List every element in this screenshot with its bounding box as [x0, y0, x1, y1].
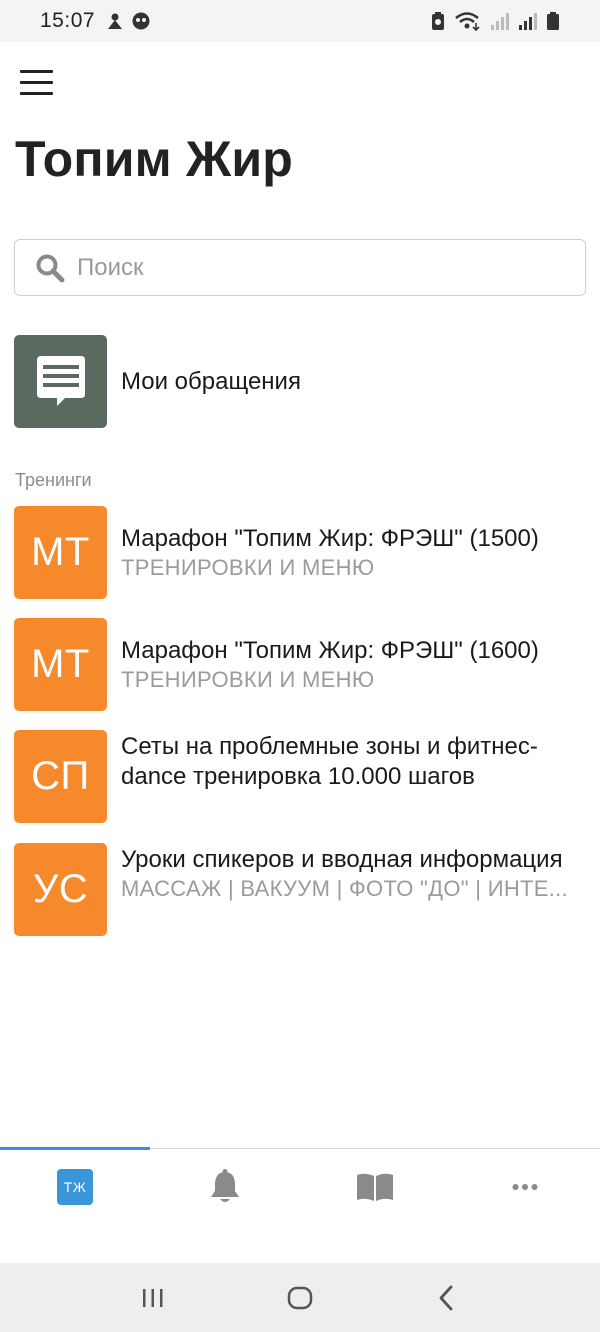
active-tab-indicator	[0, 1147, 150, 1150]
training-avatar: СП	[14, 730, 107, 823]
library-tab[interactable]	[300, 1149, 450, 1225]
training-subtitle: ТРЕНИРОВКИ И МЕНЮ	[121, 554, 375, 580]
training-subtitle: МАССАЖ | ВАКУУМ | ФОТО "ДО" | ИНТЕ...	[121, 876, 568, 901]
back-icon[interactable]	[432, 1283, 462, 1313]
more-tab[interactable]	[450, 1149, 600, 1225]
page-title: Топим Жир	[15, 131, 294, 187]
training-title: Сеты на проблемные зоны и фитнес-dance т…	[121, 733, 538, 790]
search-input[interactable]	[77, 253, 557, 282]
section-trainings-label: Тренинги	[15, 470, 92, 490]
training-subtitle: ТРЕНИРОВКИ И МЕНЮ	[121, 666, 375, 692]
notification-icon	[108, 13, 123, 29]
status-time: 15:07	[40, 9, 96, 32]
training-title: Марафон "Топим Жир: ФРЭШ" (1500)	[121, 524, 539, 552]
bell-icon	[211, 1169, 239, 1202]
training-item[interactable]: МТ Марафон "Топим Жир: ФРЭШ" (1600) ТРЕН…	[14, 618, 586, 711]
battery-icon	[547, 12, 559, 30]
training-title: Марафон "Топим Жир: ФРЭШ" (1600)	[121, 636, 539, 664]
hamburger-icon	[20, 70, 53, 73]
battery-saver-icon	[432, 12, 444, 30]
home-tab[interactable]: ТЖ	[0, 1149, 150, 1225]
menu-button[interactable]	[20, 70, 54, 96]
app-notification-icon	[132, 12, 150, 30]
training-avatar: МТ	[14, 506, 107, 599]
notifications-tab[interactable]	[150, 1149, 300, 1225]
training-item[interactable]: МТ Марафон "Топим Жир: ФРЭШ" (1500) ТРЕН…	[14, 506, 586, 599]
training-avatar: МТ	[14, 618, 107, 711]
chat-tile	[14, 335, 107, 428]
status-right	[430, 11, 560, 31]
training-item[interactable]: СП Сеты на проблемные зоны и фитнес-danc…	[14, 730, 586, 823]
wifi-icon	[455, 12, 480, 31]
recent-apps-icon[interactable]	[138, 1283, 168, 1313]
book-icon	[357, 1173, 393, 1201]
training-title: Уроки спикеров и вводная информация	[121, 846, 563, 873]
home-logo-icon: ТЖ	[57, 1169, 93, 1205]
app-screen: 15:07 Топим Жир Поиск Мои обращения Трен…	[0, 0, 600, 1332]
my-requests-label: Мои обращения	[121, 367, 301, 395]
search-box[interactable]	[14, 239, 586, 296]
signal-icon-2	[519, 13, 537, 30]
search-icon	[36, 254, 65, 282]
more-icon	[512, 1184, 538, 1190]
bottom-tab-bar: ТЖ	[0, 1147, 600, 1263]
training-item[interactable]: УС Уроки спикеров и вводная информация М…	[14, 843, 586, 936]
signal-icon	[491, 13, 509, 30]
home-nav-icon[interactable]	[285, 1283, 315, 1313]
chat-icon	[36, 355, 85, 406]
system-nav-bar	[0, 1263, 600, 1332]
status-bar: 15:07	[0, 0, 600, 42]
training-avatar: УС	[14, 843, 107, 936]
my-requests-item[interactable]: Мои обращения	[14, 335, 586, 428]
